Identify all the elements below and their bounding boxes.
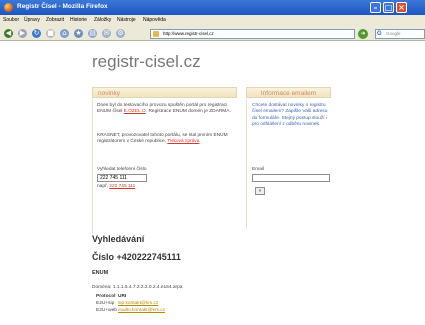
google-icon: G (377, 31, 382, 37)
enum-portal-link[interactable]: E.OZEL.O (124, 109, 146, 114)
phone-search-input[interactable]: 222 745 111 (97, 174, 147, 182)
browser-window: Registr Čísel - Mozilla Firefox – □ × So… (0, 0, 425, 325)
news-heading: novinky (92, 87, 237, 98)
column-header-protocol: Protocol (96, 294, 116, 299)
domain-label: Doména (92, 285, 111, 290)
page-icon (153, 31, 159, 37)
number-heading: Číslo +420222745111 (92, 252, 181, 262)
news-paragraph-1: Dnes byl do testovacího provozu spuštěn … (97, 103, 235, 116)
url-text: http://www.registr-cisel.cz (163, 31, 214, 36)
search-heading: Vyhledávání (92, 234, 145, 244)
uri-link[interactable]: mailto:kontakt@krs.cz (118, 307, 165, 314)
protocol-cell: E2U+sip (96, 301, 115, 306)
example-hint: např. 222 745 111 (97, 184, 135, 190)
email-submit-button[interactable]: » (255, 187, 265, 195)
search-placeholder: Google (386, 31, 401, 36)
protocol-cell: E2U+web (96, 308, 117, 313)
menu-napoveda[interactable]: Nápověda (143, 17, 166, 23)
example-number-link[interactable]: 222 745 111 (109, 184, 135, 189)
search-box[interactable]: G Google (375, 29, 425, 39)
email-panel: Chcete dostávat novinky o registru čísel… (246, 99, 331, 229)
menu-zobrazit[interactable]: Zobrazit (46, 17, 64, 23)
reload-icon[interactable]: ↻ (32, 29, 41, 38)
minimize-button[interactable]: – (370, 2, 381, 13)
uri-link[interactable]: sip:kontakt@krs.cz (118, 300, 158, 307)
enum-heading: ENUM (92, 270, 109, 276)
menu-bar: Soubor Úpravy Zobrazit Historie Záložky … (0, 15, 425, 26)
table-row: E2U+sip sip:kontakt@krs.cz (92, 300, 252, 307)
home-icon[interactable]: ⌂ (60, 29, 69, 38)
email-label: Email (252, 167, 264, 172)
go-button[interactable]: ➜ (358, 29, 368, 39)
domain-value: 1.1.1.5.4.7.2.2.2.0.2.4.e164.arpa (112, 285, 183, 290)
example-label: např. (97, 184, 108, 189)
menu-soubor[interactable]: Soubor (3, 17, 19, 23)
navigation-toolbar: ◀ ▶ ↻ ■ ⌂ ★ ▤ ✉ ⚙ http://www.registr-cis… (0, 26, 425, 41)
maximize-button[interactable]: □ (383, 2, 394, 13)
print-icon[interactable]: ▤ (88, 29, 97, 38)
menu-upravy[interactable]: Úpravy (24, 17, 40, 23)
close-button[interactable]: × (396, 2, 407, 13)
table-row: E2U+web mailto:kontakt@krs.cz (92, 307, 252, 314)
site-title[interactable]: registr-cisel.cz (92, 52, 201, 72)
email-info-text: Chcete dostávat novinky o registru čísel… (252, 103, 328, 127)
press-release-link[interactable]: Tisková zpráva (167, 139, 199, 144)
menu-historie[interactable]: Historie (70, 17, 87, 23)
lookup-label: Vyhledat telefonní číslo (97, 167, 147, 172)
title-bar: Registr Čísel - Mozilla Firefox – □ × (0, 0, 425, 15)
firefox-icon (4, 3, 13, 12)
table-header: Protocol URI (92, 293, 252, 300)
url-bar[interactable]: http://www.registr-cisel.cz (150, 29, 355, 39)
enum-records-table: Protocol URI E2U+sip sip:kontakt@krs.cz … (92, 293, 252, 314)
stop-icon[interactable]: ■ (46, 29, 55, 38)
news-panel: Dnes byl do testovacího provozu spuštěn … (92, 99, 237, 234)
menu-zalozky[interactable]: Záložky (94, 17, 111, 23)
mail-icon[interactable]: ✉ (102, 29, 111, 38)
window-title: Registr Čísel - Mozilla Firefox (17, 3, 108, 10)
bookmark-icon[interactable]: ★ (74, 29, 83, 38)
domain-line: Doména: 1.1.1.5.4.7.2.2.2.0.2.4.e164.arp… (92, 285, 183, 290)
column-header-uri: URI (118, 294, 127, 299)
menu-nastroje[interactable]: Nástroje (117, 17, 136, 23)
news-text: KRASNET, provozovatel tohoto portálu, se… (97, 133, 228, 145)
news-text: . Registrace ENUM domén je ZDARMA. (145, 109, 231, 115)
news-paragraph-2: KRASNET, provozovatel tohoto portálu, se… (97, 133, 235, 146)
page-content: registr-cisel.cz novinky Informace email… (0, 42, 425, 325)
tools-icon[interactable]: ⚙ (116, 29, 125, 38)
email-info-heading: Informace emailem (246, 87, 331, 98)
email-field[interactable] (252, 174, 330, 182)
forward-icon[interactable]: ▶ (18, 29, 27, 38)
back-icon[interactable]: ◀ (4, 29, 13, 38)
